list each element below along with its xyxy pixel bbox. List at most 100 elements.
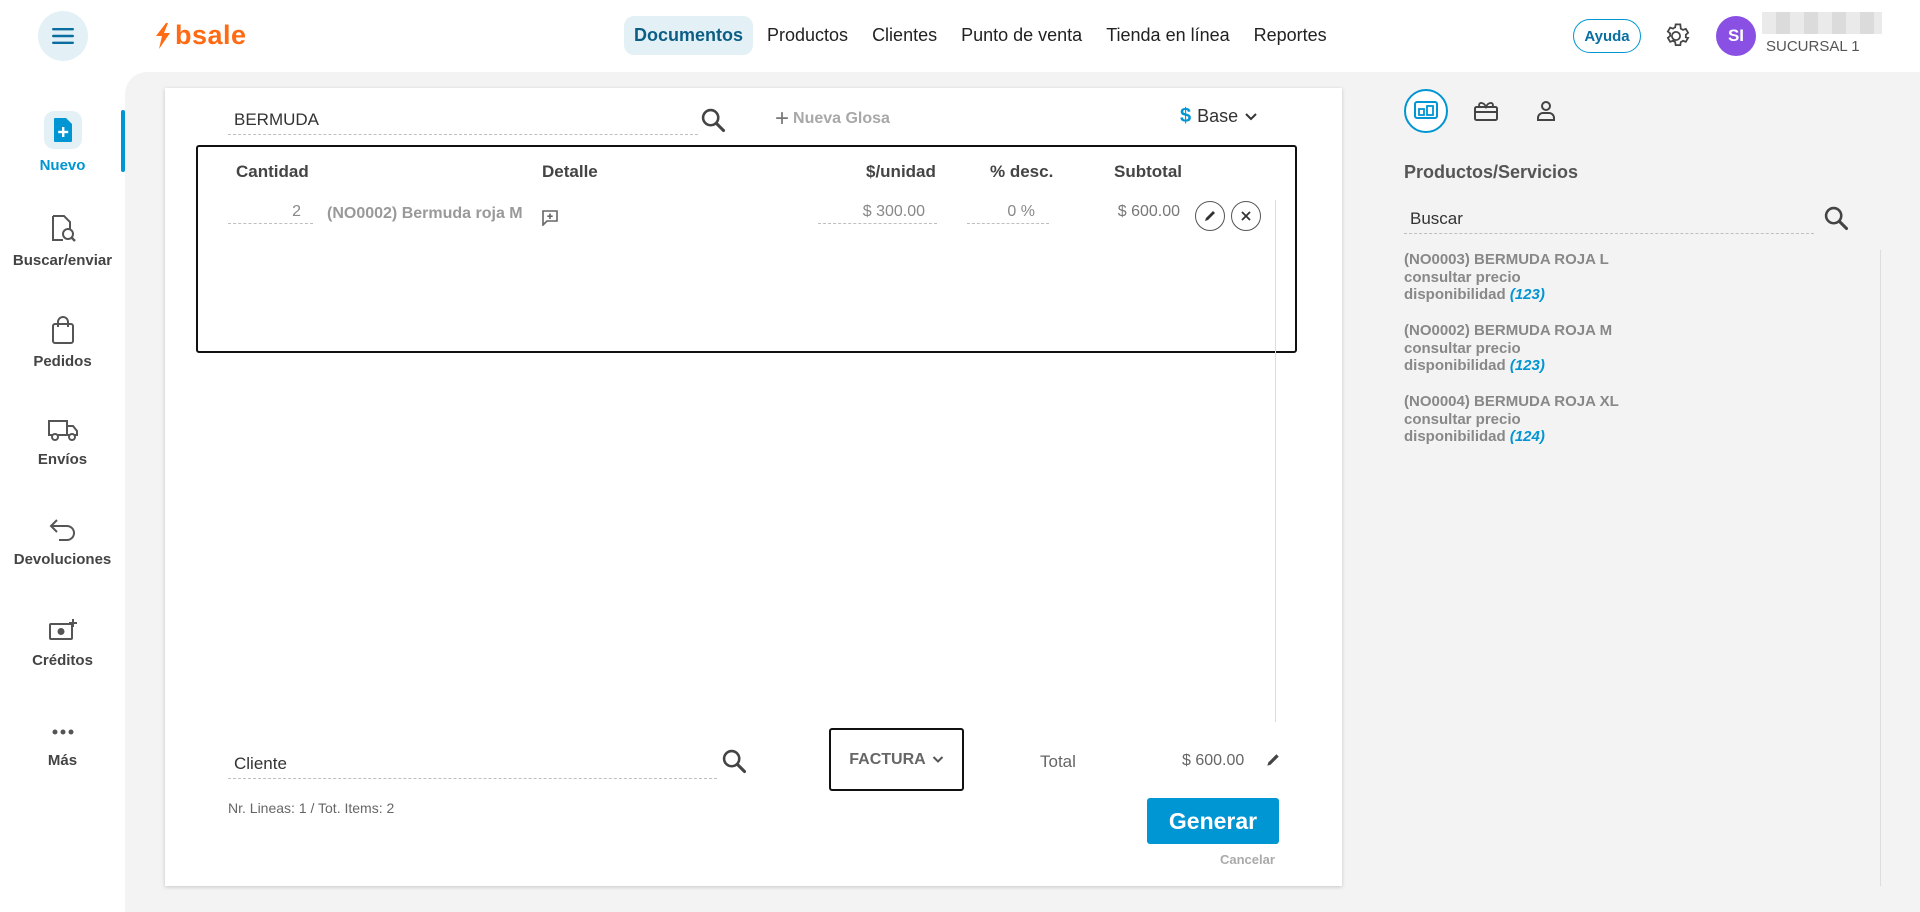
chevron-down-icon [932, 756, 943, 763]
product-price: consultar precio [1404, 339, 1521, 357]
price-list-label: Base [1197, 106, 1239, 126]
product-catalog-search-input[interactable]: Buscar [1404, 205, 1814, 234]
dollar-icon: $ [1180, 105, 1192, 127]
sidebar-item-label: Créditos [32, 652, 93, 669]
product-stock: (123) [1509, 286, 1545, 303]
pencil-icon [1267, 754, 1279, 766]
row-quantity-input[interactable]: 2 [228, 203, 313, 224]
product-availability-label: disponibilidad [1404, 286, 1506, 303]
sidebar-item-devoluciones[interactable]: Devoluciones [0, 517, 125, 568]
product-price: consultar precio [1404, 410, 1521, 428]
left-sidebar: Nuevo Buscar/enviar Pedidos Envíos Devol… [0, 72, 125, 912]
tab-products[interactable] [1404, 89, 1448, 133]
edit-row-button[interactable] [1195, 201, 1225, 231]
tab-clients[interactable] [1524, 89, 1568, 133]
user-icon [1537, 101, 1555, 121]
scrollbar-track[interactable] [1275, 200, 1276, 722]
top-bar: bsale Documentos Productos Clientes Punt… [0, 0, 1920, 72]
pencil-icon [1205, 211, 1215, 221]
hamburger-icon [52, 28, 74, 44]
nav-reportes[interactable]: Reportes [1244, 16, 1337, 55]
client-input[interactable]: Cliente [228, 750, 717, 779]
bsale-logo[interactable]: bsale [153, 20, 247, 51]
tab-promotions[interactable] [1464, 89, 1508, 133]
bsale-bolt-icon [156, 22, 170, 49]
column-header-subtotal: Subtotal [1114, 162, 1182, 181]
more-dots-icon [52, 729, 73, 735]
price-list-dropdown[interactable]: $ Base [1180, 105, 1258, 128]
comment-add-icon [542, 210, 558, 227]
search-icon [722, 749, 747, 774]
cash-add-icon [48, 619, 77, 640]
catalog-search-button[interactable] [1822, 204, 1850, 237]
cancel-link[interactable]: Cancelar [1220, 852, 1275, 867]
new-gloss-button[interactable]: + Nueva Glosa [775, 107, 890, 131]
sidebar-item-mas[interactable]: Más [0, 720, 125, 769]
edit-total-button[interactable] [1265, 752, 1281, 773]
sidebar-item-label: Nuevo [39, 157, 86, 174]
row-detail[interactable]: (NO0002) Bermuda roja M [327, 205, 523, 223]
sidebar-item-pedidos[interactable]: Pedidos [0, 315, 125, 370]
product-search-input[interactable]: BERMUDA [228, 106, 698, 135]
close-icon [1241, 211, 1251, 221]
gear-icon [1666, 23, 1690, 46]
shopping-bag-icon [51, 316, 74, 344]
lines-summary: Nr. Lineas: 1 / Tot. Items: 2 [228, 800, 395, 816]
sidebar-item-label: Pedidos [33, 353, 92, 370]
document-type-label: FACTURA [849, 750, 926, 768]
product-price: consultar precio [1404, 268, 1521, 286]
column-header-detail: Detalle [542, 162, 598, 181]
sidebar-item-buscar-enviar[interactable]: Buscar/enviar [0, 214, 125, 269]
sidebar-item-nuevo[interactable]: Nuevo [0, 111, 125, 174]
product-search-button[interactable] [699, 106, 727, 139]
product-name: (NO0003) BERMUDA ROJA L [1404, 251, 1609, 268]
product-stock: (123) [1509, 357, 1545, 374]
product-stock: (124) [1509, 428, 1545, 445]
help-button[interactable]: Ayuda [1573, 19, 1641, 53]
nav-documentos[interactable]: Documentos [624, 16, 754, 55]
row-subtotal: $ 600.00 [1117, 203, 1180, 220]
product-availability-label: disponibilidad [1404, 428, 1506, 445]
client-search-button[interactable] [720, 747, 748, 780]
search-icon [701, 108, 726, 133]
nav-tienda-en-linea[interactable]: Tienda en línea [1096, 16, 1239, 55]
user-avatar[interactable]: SI [1716, 16, 1756, 56]
row-unit-price-input[interactable]: $ 300.00 [818, 203, 937, 224]
document-type-dropdown[interactable]: FACTURA [829, 728, 964, 791]
sidebar-item-label: Más [47, 752, 78, 769]
hamburger-menu-button[interactable] [38, 11, 88, 61]
product-list-item[interactable]: (NO0004) BERMUDA ROJA XL consultar preci… [1404, 393, 1619, 446]
column-header-quantity: Cantidad [236, 162, 309, 181]
branch-label[interactable]: SUCURSAL 1 [1766, 38, 1860, 55]
product-list-item[interactable]: (NO0002) BERMUDA ROJA M consultar precio… [1404, 322, 1612, 375]
chevron-down-icon [1245, 112, 1257, 120]
sidebar-item-creditos[interactable]: Créditos [0, 618, 125, 669]
nav-punto-de-venta[interactable]: Punto de venta [951, 16, 1092, 55]
plus-icon: + [775, 105, 790, 132]
user-name-redacted [1762, 12, 1882, 34]
settings-button[interactable] [1662, 22, 1690, 55]
nav-clientes[interactable]: Clientes [862, 16, 947, 55]
row-discount-input[interactable]: 0 % [967, 203, 1049, 224]
column-header-discount: % desc. [990, 162, 1054, 181]
new-gloss-label: Nueva Glosa [793, 110, 890, 127]
sidebar-item-label: Buscar/enviar [12, 252, 113, 269]
logo-text: bsale [175, 20, 247, 50]
search-icon [1824, 206, 1849, 231]
product-name: (NO0004) BERMUDA ROJA XL [1404, 393, 1619, 410]
nav-productos[interactable]: Productos [757, 16, 858, 55]
truck-icon [47, 420, 78, 441]
column-header-unit-price: $/unidad [866, 162, 936, 181]
generate-button[interactable]: Generar [1147, 798, 1279, 844]
product-name: (NO0002) BERMUDA ROJA M [1404, 322, 1613, 339]
product-list-item[interactable]: (NO0003) BERMUDA ROJA L consultar precio… [1404, 251, 1609, 304]
product-availability-label: disponibilidad [1404, 357, 1506, 374]
new-document-icon [43, 111, 82, 149]
main-nav: Documentos Productos Clientes Punto de v… [624, 16, 1337, 55]
right-panel-scrollbar[interactable] [1880, 250, 1881, 886]
add-comment-button[interactable] [541, 209, 559, 231]
remove-row-button[interactable] [1231, 201, 1261, 231]
return-arrow-icon [49, 519, 75, 541]
sidebar-item-envios[interactable]: Envíos [0, 417, 125, 468]
gift-card-icon [1474, 102, 1498, 121]
